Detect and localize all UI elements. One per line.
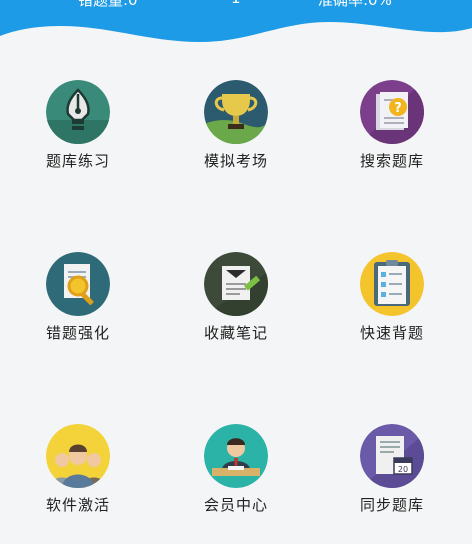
notebook-icon — [204, 252, 268, 316]
tile-error-training[interactable]: 错题强化 — [8, 252, 148, 372]
trophy-icon — [204, 80, 268, 144]
magnifier-document-icon — [46, 252, 110, 316]
tile-quick-memorize[interactable]: 快速背题 — [322, 252, 462, 372]
tile-label: 题库练习 — [45, 152, 110, 170]
tile-label: 模拟考场 — [203, 152, 268, 170]
calendar-document-icon: 20 — [360, 424, 424, 488]
menu-grid: 题库练习 模拟考场 ? 搜索题库 错题强化 收藏笔记 快速背题 软件激活 会员中… — [0, 0, 472, 530]
tile-favorite-notes[interactable]: 收藏笔记 — [166, 252, 306, 372]
member-desk-icon — [204, 424, 268, 488]
pen-nib-icon — [46, 80, 110, 144]
tile-question-practice[interactable]: 题库练习 — [8, 80, 148, 200]
tile-member-center[interactable]: 会员中心 — [166, 424, 306, 544]
svg-text:20: 20 — [398, 465, 408, 474]
tile-software-activation[interactable]: 软件激活 — [8, 424, 148, 544]
question-book-icon: ? — [360, 80, 424, 144]
tile-label: 快速背题 — [359, 324, 424, 342]
people-group-icon — [46, 424, 110, 488]
tile-mock-exam[interactable]: 模拟考场 — [166, 80, 306, 200]
tile-label: 同步题库 — [359, 496, 424, 514]
tile-label: 搜索题库 — [359, 152, 424, 170]
tile-label: 会员中心 — [203, 496, 268, 514]
tile-label: 错题强化 — [45, 324, 110, 342]
tile-sync-questions[interactable]: 20 同步题库 — [322, 424, 462, 544]
tile-label: 收藏笔记 — [203, 324, 268, 342]
tile-label: 软件激活 — [45, 496, 110, 514]
tile-search-questions[interactable]: ? 搜索题库 — [322, 80, 462, 200]
svg-text:?: ? — [394, 101, 402, 116]
checklist-icon — [360, 252, 424, 316]
